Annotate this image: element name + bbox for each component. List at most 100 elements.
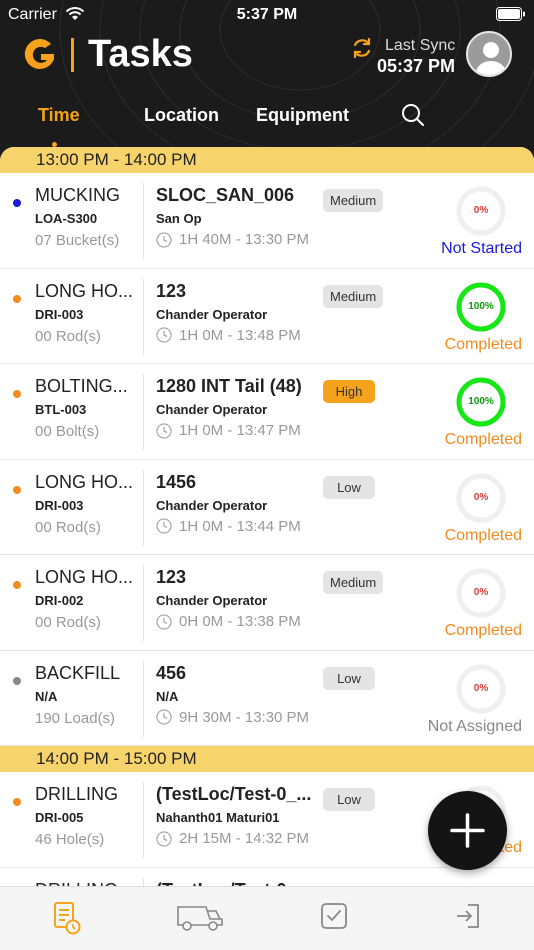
last-sync-label: Last Sync	[385, 37, 456, 54]
task-status: Not Started	[441, 240, 522, 257]
status-dot	[13, 199, 21, 207]
app-logo-icon	[24, 39, 54, 70]
task-duration: 0H 0M - 13:38 PM	[156, 613, 324, 630]
page-title: Tasks	[88, 33, 193, 75]
duration-text: 1H 0M - 13:44 PM	[179, 517, 301, 535]
progress-percent: 0%	[473, 682, 489, 694]
clock-icon	[156, 231, 172, 248]
task-operator: N/A	[156, 688, 179, 704]
checkbox-icon[interactable]	[320, 901, 348, 931]
clock-icon	[156, 709, 172, 725]
task-status: Not Assigned	[427, 717, 522, 735]
task-location: 456	[156, 662, 187, 683]
tab-time[interactable]: Time	[38, 105, 80, 126]
duration-text: 1H 0M - 13:48 PM	[179, 326, 301, 344]
clock-icon	[156, 327, 172, 343]
status-dot	[13, 294, 21, 303]
task-category: LONG HO...	[35, 471, 134, 492]
row-divider	[143, 782, 144, 858]
task-location: 123	[156, 280, 187, 301]
task-quantity: 07 Bucket(s)	[35, 232, 120, 249]
task-duration: 1H 0M - 13:47 PM	[156, 422, 324, 439]
task-operator: Chander Operator	[156, 402, 268, 417]
clock-icon	[156, 518, 172, 534]
task-category: BOLTING...	[35, 376, 128, 396]
task-location: SLOC_SAN_006	[156, 185, 295, 205]
progress-ring: 0%	[455, 185, 507, 237]
row-divider	[143, 278, 144, 355]
status-time: 5:37 PM	[236, 6, 298, 23]
priority-badge: Medium	[323, 189, 384, 212]
priority-badge: Low	[323, 666, 375, 690]
search-icon[interactable]	[401, 103, 425, 127]
plus-icon	[450, 813, 485, 848]
task-category: BACKFILL	[35, 662, 121, 683]
add-task-button[interactable]	[428, 791, 507, 870]
clock-icon	[156, 422, 172, 439]
tab-location[interactable]: Location	[144, 105, 219, 126]
status-bar: Carrier 5:37 PM	[0, 0, 534, 30]
task-row[interactable]: BOLTING... BTL-003 00 Bolt(s) 1280 INT Tail…	[0, 364, 534, 460]
priority-badge: High	[323, 380, 375, 403]
progress-percent: 100%	[468, 396, 494, 407]
tab-equipment[interactable]: Equipment	[256, 105, 349, 126]
duration-text: 1H 40M - 13:30 PM	[179, 231, 310, 248]
task-quantity: 00 Rod(s)	[35, 518, 101, 536]
task-status: Completed	[444, 431, 522, 448]
task-row[interactable]: MUCKING LOA-S300 07 Bucket(s) SLOC_SAN_006 S…	[0, 173, 534, 269]
task-row[interactable]: LONG HO... DRI-003 00 Rod(s) 1456 Chander Op…	[0, 459, 534, 555]
task-status: Completed	[444, 526, 522, 544]
status-dot	[13, 676, 21, 685]
equipment-id: N/A	[35, 688, 58, 704]
row-divider	[143, 660, 144, 737]
progress-percent: 0%	[473, 491, 489, 503]
task-list[interactable]: 13:00 PM - 14:00 PM MUCKING LOA-S300 07 Buc…	[0, 147, 534, 887]
equipment-id: BTL-003	[35, 402, 87, 417]
task-duration: 9H 30M - 13:30 PM	[156, 709, 324, 726]
duration-text: 9H 30M - 13:30 PM	[179, 708, 310, 726]
logout-icon[interactable]	[454, 901, 482, 931]
task-quantity: 00 Rod(s)	[35, 614, 101, 631]
task-duration: 2H 15M - 14:32 PM	[156, 830, 324, 847]
row-divider	[143, 469, 144, 546]
priority-badge: Medium	[323, 571, 384, 594]
battery-icon	[496, 7, 525, 21]
task-category: MUCKING	[35, 185, 120, 205]
priority-badge: Medium	[323, 284, 384, 308]
avatar[interactable]	[466, 31, 512, 77]
priority-badge: Low	[323, 788, 375, 811]
sync-icon[interactable]	[350, 36, 374, 60]
tasks-clock-icon[interactable]	[53, 901, 81, 935]
task-duration: 1H 40M - 13:30 PM	[156, 231, 324, 248]
progress-percent: 0%	[473, 205, 489, 216]
status-dot	[13, 581, 21, 589]
task-row[interactable]: LONG HO... DRI-002 00 Rod(s) 123 Chander Ope…	[0, 555, 534, 651]
task-status: Completed	[444, 622, 522, 639]
clock-icon	[156, 613, 172, 630]
task-row[interactable]: DRILLING(TestLoc/Test-0	[0, 867, 534, 887]
progress-ring: 0%	[455, 567, 507, 619]
task-quantity: 00 Bolt(s)	[35, 423, 100, 440]
progress-ring: 100%	[455, 281, 507, 333]
tab-bar: Time Location Equipment	[0, 105, 534, 135]
task-operator: Chander Operator	[156, 306, 268, 322]
truck-icon[interactable]	[176, 901, 224, 931]
row-divider	[143, 374, 144, 450]
equipment-id: DRI-003	[35, 497, 84, 513]
task-duration: 1H 0M - 13:48 PM	[156, 327, 324, 344]
progress-percent: 0%	[473, 587, 489, 598]
progress-ring: 100%	[455, 376, 507, 428]
task-location: 1280 INT Tail (48)	[156, 376, 302, 396]
duration-text: 0H 0M - 13:38 PM	[179, 613, 301, 630]
task-row[interactable]: LONG HO... DRI-003 00 Rod(s) 123 Chander Ope…	[0, 268, 534, 364]
task-quantity: 00 Rod(s)	[35, 327, 101, 345]
task-location: 123	[156, 567, 187, 587]
clock-icon	[156, 830, 172, 847]
task-status: Completed	[444, 335, 522, 353]
task-location: 1456	[156, 471, 197, 492]
task-category: DRILLING	[35, 784, 119, 804]
bottom-nav	[0, 886, 534, 950]
task-quantity: 190 Load(s)	[35, 709, 116, 727]
row-divider	[143, 183, 144, 259]
task-row[interactable]: BACKFILL N/A 190 Load(s) 456 N/A 9H 30M - 13:…	[0, 650, 534, 746]
